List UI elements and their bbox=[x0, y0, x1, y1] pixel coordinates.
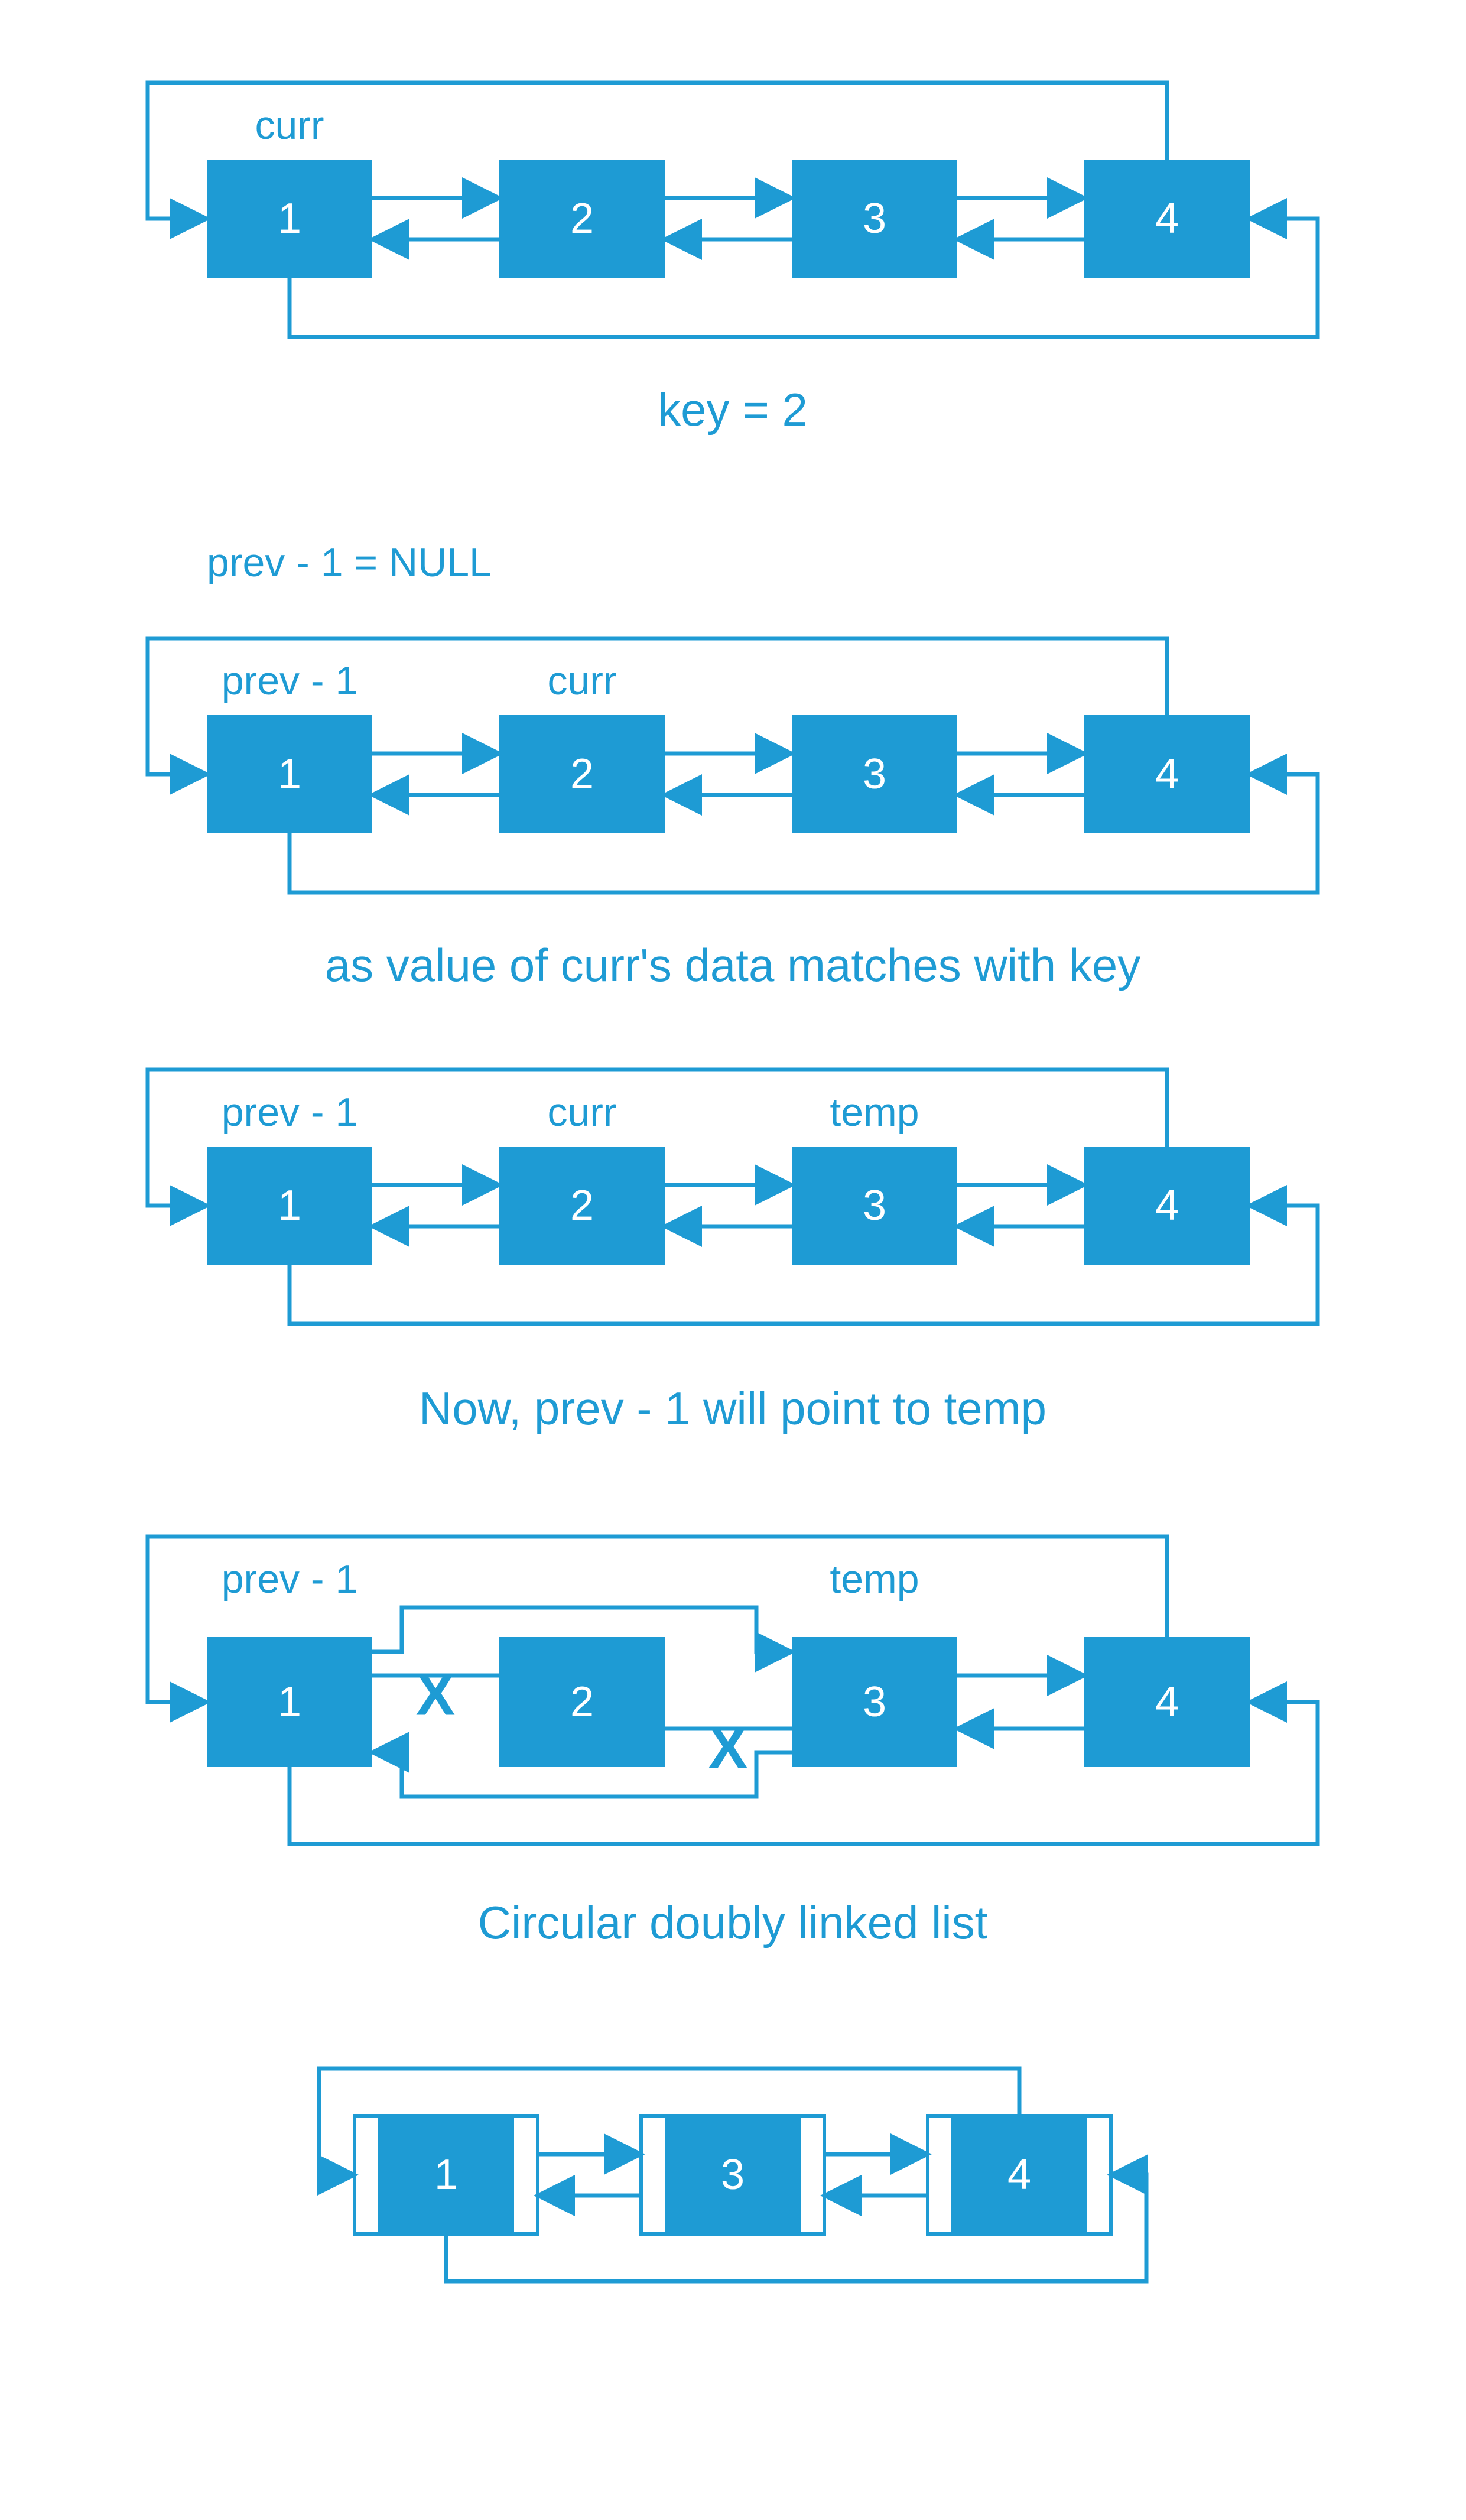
node-3-value: 3 bbox=[863, 1182, 886, 1229]
stage-1: curr 1 2 3 4 key = 2 bbox=[148, 83, 1318, 436]
node-3-value: 3 bbox=[863, 195, 886, 242]
curr-label: curr bbox=[547, 658, 616, 703]
key-caption: key = 2 bbox=[658, 384, 808, 436]
curr-label: curr bbox=[547, 1090, 616, 1135]
node-3-value: 3 bbox=[863, 751, 886, 798]
node-1-value: 1 bbox=[278, 1678, 301, 1726]
stage-3: prev - 1 curr temp 1 2 3 4 Now, prev - 1… bbox=[148, 1070, 1318, 1434]
node-2-value: 2 bbox=[570, 1182, 594, 1229]
result-node-1: 1 bbox=[355, 2116, 538, 2234]
result-node-4: 4 bbox=[928, 2116, 1111, 2234]
match-caption: as value of curr's data matches with key bbox=[325, 939, 1141, 991]
stage-4: prev - 1 temp 1 2 3 4 X X Circular doubl… bbox=[148, 1537, 1318, 1949]
stage-5: 1 3 4 bbox=[319, 2068, 1146, 2281]
temp-label: temp bbox=[830, 1557, 919, 1602]
node-1-value: 1 bbox=[278, 195, 301, 242]
x-mark-12: X bbox=[416, 1661, 456, 1727]
x-mark-32: X bbox=[708, 1714, 748, 1781]
node-4-value: 4 bbox=[1155, 1182, 1179, 1229]
result-node-3-value: 3 bbox=[721, 2151, 745, 2198]
node-1-value: 1 bbox=[278, 1182, 301, 1229]
node-2-value: 2 bbox=[570, 1678, 594, 1726]
temp-label: temp bbox=[830, 1090, 919, 1135]
node-4-value: 4 bbox=[1155, 751, 1179, 798]
null-note: prev - 1 = NULL bbox=[207, 540, 492, 585]
stage-2: prev - 1 curr 1 2 3 4 as value of curr's… bbox=[148, 638, 1318, 991]
prev1-label: prev - 1 bbox=[222, 1090, 358, 1135]
now-caption: Now, prev - 1 will point to temp bbox=[419, 1382, 1046, 1434]
result-node-1-value: 1 bbox=[434, 2151, 458, 2198]
node-2-value: 2 bbox=[570, 751, 594, 798]
result-node-4-value: 4 bbox=[1007, 2151, 1031, 2198]
node-3-value: 3 bbox=[863, 1678, 886, 1726]
prev1-label: prev - 1 bbox=[222, 658, 358, 703]
result-node-3: 3 bbox=[641, 2116, 824, 2234]
result-caption: Circular doubly linked list bbox=[478, 1897, 988, 1949]
node-4-value: 4 bbox=[1155, 1678, 1179, 1726]
node-1-value: 1 bbox=[278, 751, 301, 798]
prev1-label: prev - 1 bbox=[222, 1557, 358, 1602]
node-2-value: 2 bbox=[570, 195, 594, 242]
curr-label: curr bbox=[255, 103, 324, 148]
node-4-value: 4 bbox=[1155, 195, 1179, 242]
